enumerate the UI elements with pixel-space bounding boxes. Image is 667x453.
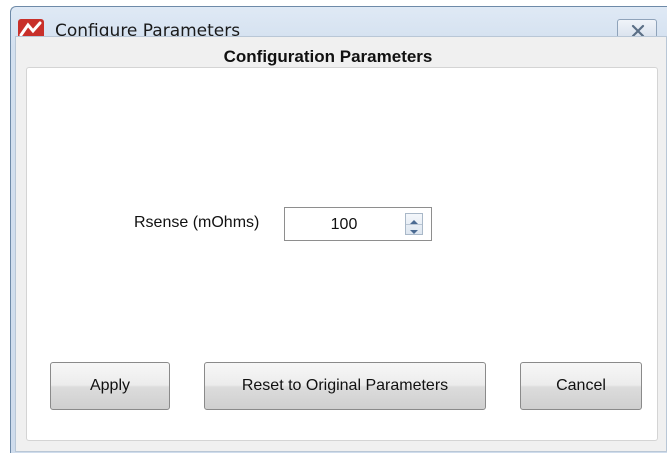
rsense-label: Rsense (mOhms) [134,214,260,231]
cancel-button[interactable]: Cancel [520,362,642,410]
reset-parameters-button[interactable]: Reset to Original Parameters [204,362,486,410]
rsense-spinner[interactable]: 100 [284,207,432,241]
chevron-down-icon [410,230,418,234]
spin-down-button[interactable] [406,224,422,234]
apply-button[interactable]: Apply [50,362,170,410]
spinner-arrows[interactable] [405,213,423,235]
panel-title: Configuration Parameters [223,47,433,66]
rsense-value[interactable]: 100 [285,216,403,234]
